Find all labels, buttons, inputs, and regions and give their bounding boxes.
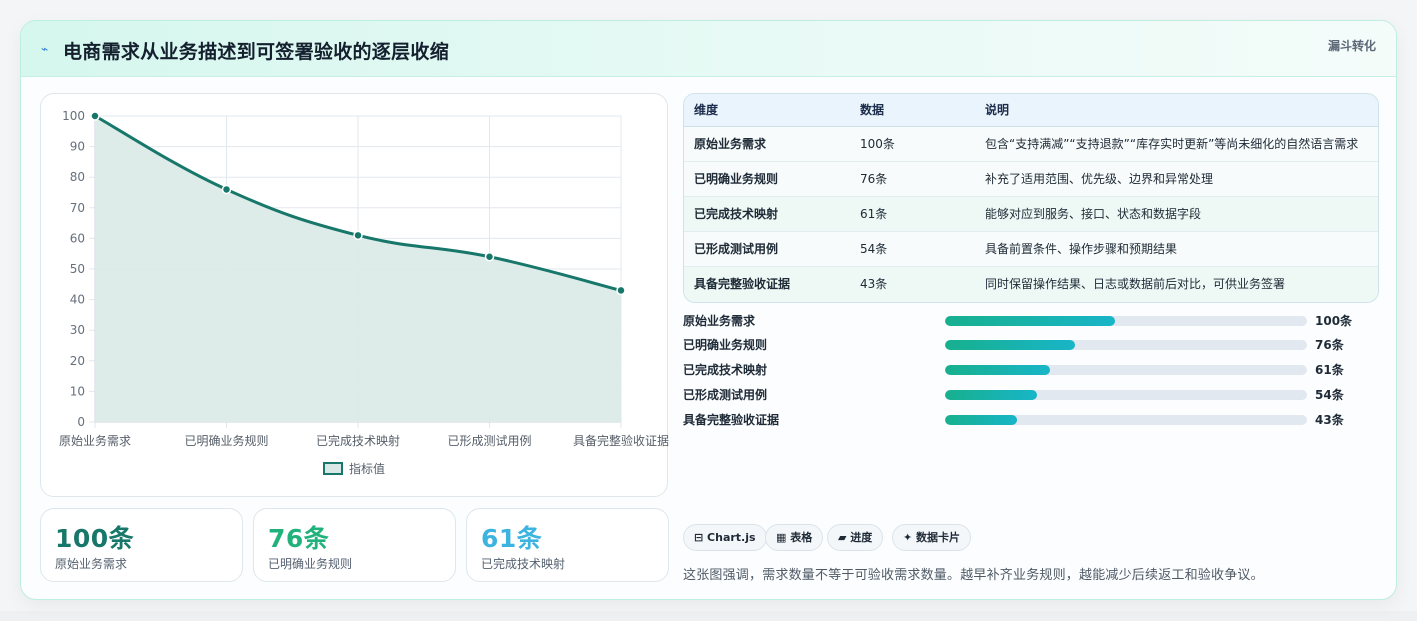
table-row: 原始业务需求 100条 包含“支持满减”“支持退款”“库存实时更新”等尚未细化的… <box>684 127 1378 162</box>
table-row: 已形成测试用例 54条 具备前置条件、操作步骤和预期结果 <box>684 232 1378 267</box>
chip-data-card[interactable]: ✦ 数据卡片 <box>892 524 972 551</box>
table-cell: 能够对应到服务、接口、状态和数据字段 <box>985 207 1202 221</box>
progress-label: 原始业务需求 <box>683 314 756 328</box>
progress-value: 100条 <box>1315 314 1353 328</box>
stat-value: 100条 <box>55 524 135 553</box>
progress-row: 已明确业务规则 76条 <box>683 335 1383 355</box>
table-cell: 包含“支持满减”“支持退款”“库存实时更新”等尚未细化的自然语言需求 <box>985 137 1359 151</box>
stat-value: 61条 <box>481 524 543 553</box>
progress-label: 具备完整验收证据 <box>683 413 780 427</box>
column-header: 数据 <box>860 103 885 117</box>
stat-card: 76条 已明确业务规则 <box>253 508 456 582</box>
y-tick-label: 40 <box>70 293 85 307</box>
progress-label: 已形成测试用例 <box>683 388 768 402</box>
y-tick-label: 90 <box>70 140 85 154</box>
table-cell: 已明确业务规则 <box>694 172 779 186</box>
progress-value: 76条 <box>1315 338 1344 352</box>
progress-track <box>945 316 1307 326</box>
x-tick-label: 原始业务需求 <box>59 433 131 448</box>
y-tick-label: 20 <box>70 354 85 368</box>
progress-row: 已形成测试用例 54条 <box>683 385 1383 405</box>
table-header: 维度 数据 说明 <box>684 94 1378 127</box>
progress-value: 43条 <box>1315 413 1344 427</box>
y-tick-label: 50 <box>70 262 85 276</box>
table-cell: 已完成技术映射 <box>694 207 779 221</box>
table-cell: 43条 <box>860 277 888 291</box>
y-tick-label: 70 <box>70 201 85 215</box>
progress-value: 61条 <box>1315 363 1344 377</box>
legend-swatch[interactable] <box>323 462 343 475</box>
progress-fill <box>945 340 1076 350</box>
progress-track <box>945 415 1307 425</box>
table-row: 已明确业务规则 76条 补充了适用范围、优先级、边界和异常处理 <box>684 162 1378 197</box>
table-cell: 已形成测试用例 <box>694 242 779 256</box>
table-cell: 具备完整验收证据 <box>694 277 791 291</box>
table-cell: 原始业务需求 <box>694 137 767 151</box>
table-cell: 补充了适用范围、优先级、边界和异常处理 <box>985 172 1214 186</box>
y-tick-label: 30 <box>70 323 85 337</box>
table-row: 已完成技术映射 61条 能够对应到服务、接口、状态和数据字段 <box>684 197 1378 232</box>
line-chart: 0 10 20 30 40 50 60 70 80 90 100 原始业务需求 已明确业务规则 已完成技术… <box>59 109 669 448</box>
stat-card: 61条 已完成技术映射 <box>466 508 669 582</box>
progress-fill <box>945 316 1116 326</box>
chip-progress[interactable]: ▰ 进度 <box>827 524 884 551</box>
progress-row: 原始业务需求 100条 <box>683 311 1383 331</box>
data-point <box>616 285 626 296</box>
x-tick-label: 已明确业务规则 <box>184 433 268 448</box>
y-tick-label: 80 <box>70 170 85 184</box>
progress-row: 已完成技术映射 61条 <box>683 360 1383 380</box>
table-cell: 61条 <box>860 207 888 221</box>
progress-track <box>945 365 1307 375</box>
table-row: 具备完整验收证据 43条 同时保留操作结果、日志或数据前后对比，可供业务签署 <box>684 267 1378 302</box>
page-title: 电商需求从业务描述到可签署验收的逐层收缩 <box>63 41 450 63</box>
summary-note: 这张图强调，需求数量不等于可验收需求数量。越早补齐业务规则，越能减少后续返工和验… <box>683 568 1264 583</box>
chip-chartjs[interactable]: ⊟ Chart.js <box>683 524 767 551</box>
data-point <box>484 252 495 262</box>
progress-value: 54条 <box>1315 388 1344 402</box>
progress-label: 已明确业务规则 <box>683 338 768 352</box>
lightning-icon: ⌁ <box>41 42 49 56</box>
page-bottom-band <box>0 611 1417 621</box>
stat-card: 100条 原始业务需求 <box>40 508 243 582</box>
x-tick-label: 已形成测试用例 <box>447 433 531 448</box>
data-point <box>90 111 100 121</box>
data-table: 维度 数据 说明 原始业务需求 100条 包含“支持满减”“支持退款”“库存实时… <box>683 93 1379 303</box>
progress-fill <box>945 365 1050 375</box>
y-tick-label: 0 <box>77 415 85 429</box>
progress-fill <box>945 415 1018 425</box>
y-tick-label: 60 <box>70 231 85 245</box>
table-cell: 76条 <box>860 172 888 186</box>
line-chart-panel: 0 10 20 30 40 50 60 70 80 90 100 原始业务需求 已明确业务规则 已完成技术… <box>40 93 669 497</box>
stat-label: 已明确业务规则 <box>268 557 353 571</box>
chip-table[interactable]: ▦ 表格 <box>765 524 824 551</box>
table-cell: 具备前置条件、操作步骤和预期结果 <box>985 242 1178 256</box>
stat-label: 原始业务需求 <box>55 557 128 571</box>
report-card: ⌁ 电商需求从业务描述到可签署验收的逐层收缩 漏斗转化 0 10 20 30 40 50 6… <box>20 20 1397 600</box>
progress-track <box>945 340 1307 350</box>
table-cell: 同时保留操作结果、日志或数据前后对比，可供业务签署 <box>985 277 1286 291</box>
table-cell: 54条 <box>860 242 888 256</box>
progress-label: 已完成技术映射 <box>683 363 768 377</box>
table-cell: 100条 <box>860 137 895 151</box>
x-tick-label: 具备完整验收证据 <box>573 433 669 448</box>
card-header: ⌁ 电商需求从业务描述到可签署验收的逐层收缩 漏斗转化 <box>21 21 1396 77</box>
y-tick-label: 10 <box>70 384 85 398</box>
stat-label: 已完成技术映射 <box>481 557 566 571</box>
data-point <box>353 230 363 241</box>
column-header: 说明 <box>985 103 1010 117</box>
column-header: 维度 <box>694 103 719 117</box>
data-point <box>221 184 232 195</box>
stat-value: 76条 <box>268 524 330 553</box>
funnel-tag: 漏斗转化 <box>1327 39 1376 53</box>
x-tick-label: 已完成技术映射 <box>316 433 400 448</box>
y-tick-label: 100 <box>62 109 85 123</box>
legend-label[interactable]: 指标值 <box>349 460 385 477</box>
progress-track <box>945 390 1307 400</box>
progress-row: 具备完整验收证据 43条 <box>683 410 1383 430</box>
progress-fill <box>945 390 1038 400</box>
